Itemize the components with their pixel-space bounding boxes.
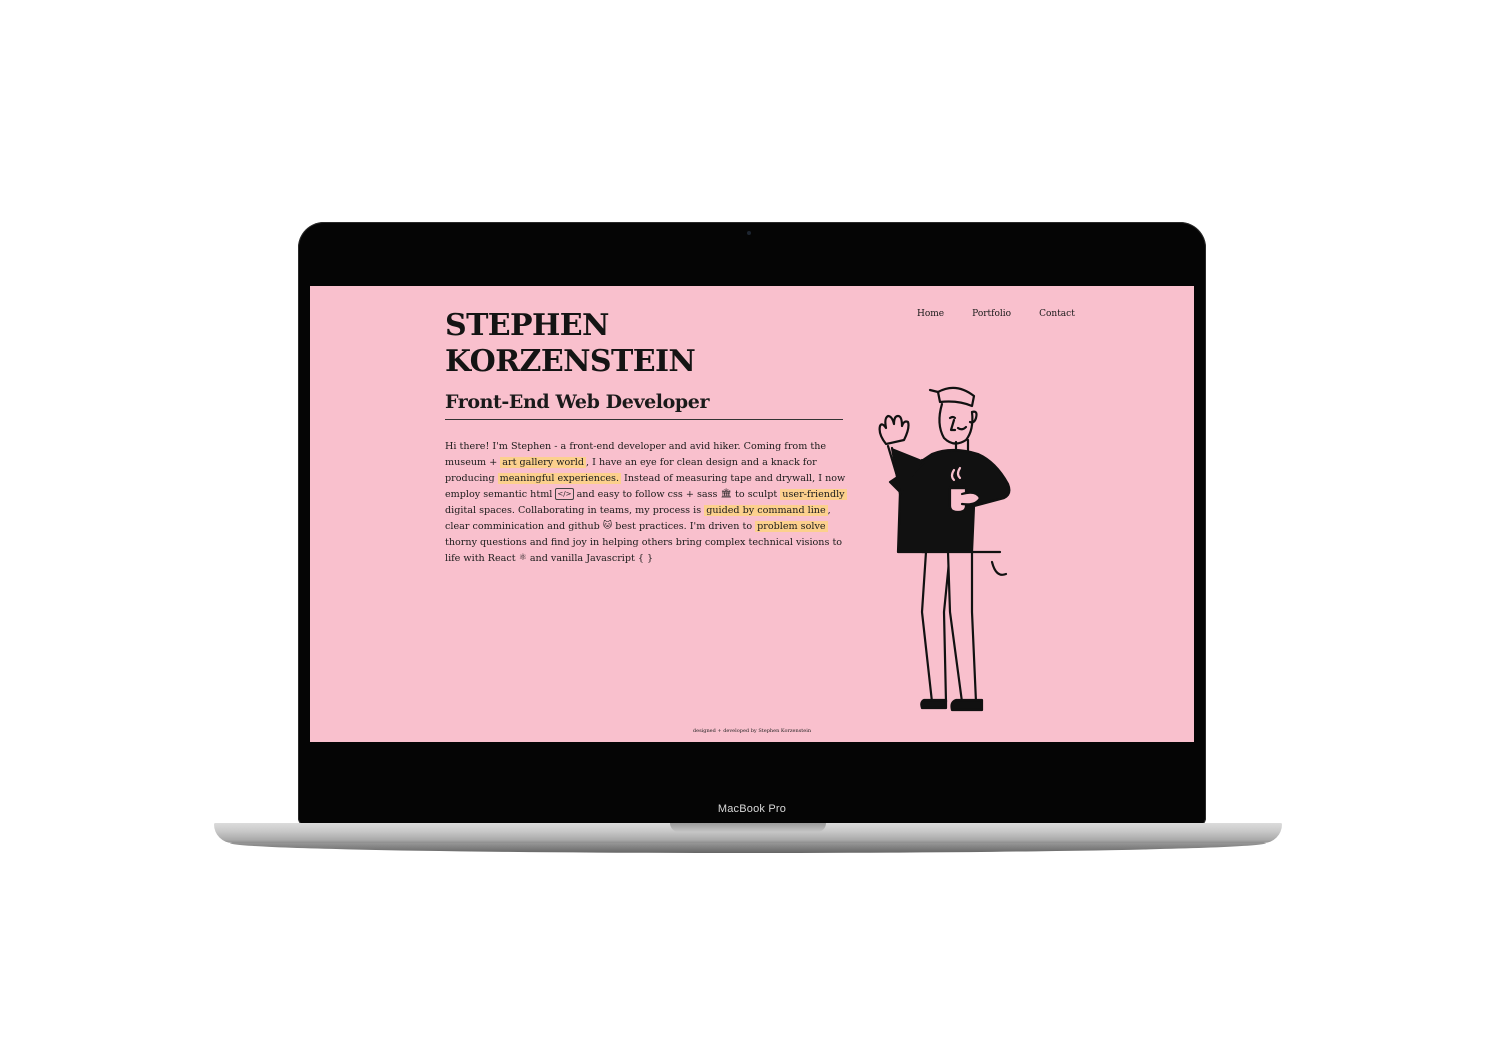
bio-text-10: and vanilla Javascript { } [526, 552, 654, 564]
website-screen: STEPHEN KORZENSTEIN Home Portfolio Conta… [310, 286, 1194, 742]
laptop-notch [670, 823, 826, 832]
footer-credit: designed + developed by Stephen Korzenst… [692, 728, 812, 734]
bio-paragraph: Hi there! I'm Stephen - a front-end deve… [445, 439, 847, 567]
html-code-icon: </> [555, 488, 574, 501]
highlight-user-friendly: user-friendly [780, 488, 847, 500]
bio-text-8: best practices. I'm driven to [612, 520, 756, 532]
nav-portfolio-link[interactable]: Portfolio [972, 309, 1011, 319]
laptop-foot [230, 843, 1266, 853]
nav-home-link[interactable]: Home [917, 309, 944, 319]
page-subtitle: Front-End Web Developer [445, 391, 710, 413]
react-atom-icon: ⚛ [518, 553, 527, 564]
sass-building-icon: 🏛 [720, 489, 732, 500]
nav-contact-link[interactable]: Contact [1039, 309, 1075, 319]
camera-icon [747, 231, 751, 235]
laptop-base [214, 823, 1282, 843]
main-nav: Home Portfolio Contact [917, 309, 1075, 319]
highlight-command-line: guided by command line [704, 504, 828, 516]
site-title-line2: KORZENSTEIN [445, 344, 696, 379]
site-title-line1: STEPHEN [445, 308, 609, 343]
highlight-art-gallery: art gallery world [500, 456, 587, 468]
bio-text-4: and easy to follow css + sass [573, 488, 721, 500]
github-cat-icon: 🐱 [602, 521, 613, 532]
waving-developer-illustration [878, 386, 1011, 712]
site-title[interactable]: STEPHEN KORZENSTEIN [445, 308, 745, 380]
highlight-problem-solve: problem solve [755, 520, 828, 532]
bio-text-5: to sculpt [731, 488, 781, 500]
highlight-meaningful-experiences: meaningful experiences. [497, 472, 621, 484]
bio-text-6: digital spaces. Collaborating in teams, … [445, 504, 705, 516]
device-label: MacBook Pro [717, 803, 787, 815]
subtitle-divider [445, 419, 843, 420]
